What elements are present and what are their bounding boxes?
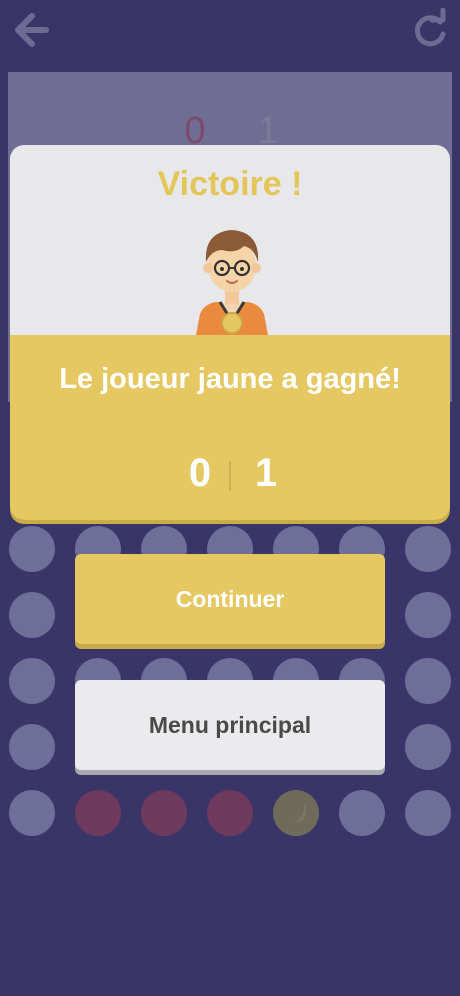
board-cell xyxy=(9,790,55,836)
score-player-red: 0 xyxy=(188,451,212,495)
score-row: 0 1 xyxy=(10,451,450,501)
restart-icon xyxy=(414,8,446,47)
board-cell xyxy=(405,790,451,836)
board-cell xyxy=(9,724,55,770)
arrow-left-icon xyxy=(15,13,49,47)
back-button[interactable] xyxy=(8,8,52,52)
board-cell-red-disc xyxy=(207,790,253,836)
board-cell-red-disc xyxy=(141,790,187,836)
board-cell xyxy=(9,526,55,572)
top-bar xyxy=(0,0,460,70)
board-cell xyxy=(405,724,451,770)
main-menu-button[interactable]: Menu principal xyxy=(75,680,385,770)
player-avatar-icon xyxy=(196,230,268,335)
board-cell xyxy=(405,592,451,638)
board-cell xyxy=(405,526,451,572)
board-cell-red-disc xyxy=(75,790,121,836)
board-cell xyxy=(405,658,451,704)
score-divider xyxy=(229,461,231,491)
board-cell-yellow-disc xyxy=(273,790,319,836)
board-cell xyxy=(9,658,55,704)
continue-button[interactable]: Continuer xyxy=(75,554,385,644)
score-player-yellow: 1 xyxy=(254,451,278,495)
victory-dialog: Victoire ! Le joueur jaune a gagné! 0 1 xyxy=(10,145,450,520)
winner-message: Le joueur jaune a gagné! xyxy=(59,363,401,395)
restart-button[interactable] xyxy=(408,8,452,52)
dialog-title: Victoire ! xyxy=(157,165,303,203)
board-cell xyxy=(9,592,55,638)
board-cell xyxy=(339,790,385,836)
